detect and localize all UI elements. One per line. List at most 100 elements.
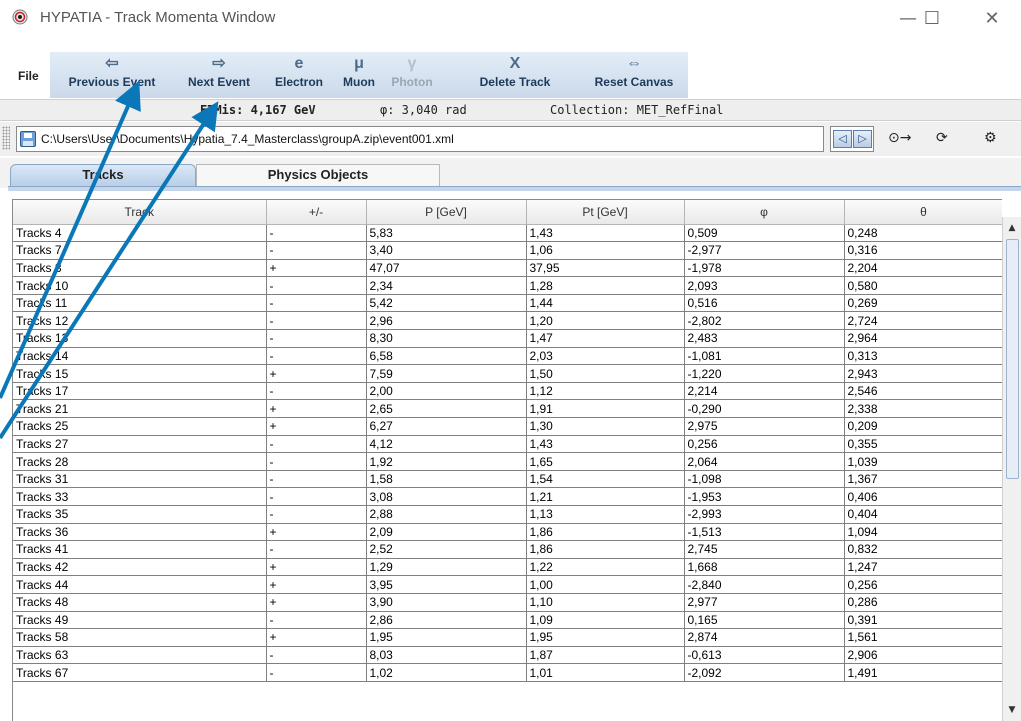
charge-cell: -: [266, 487, 367, 506]
charge-cell: -: [266, 540, 367, 559]
pt-cell: 1,50: [526, 364, 685, 383]
table-row[interactable]: Tracks 42 +1,29 1,22 1,668 1,247: [13, 558, 1002, 577]
header-track[interactable]: Track: [13, 200, 267, 225]
delete-track-label: Delete Track: [479, 75, 551, 89]
table-row[interactable]: Tracks 35-2,88 1,13 -2,993 0,404: [13, 505, 1002, 524]
charge-cell: -: [266, 382, 367, 401]
table-row[interactable]: Tracks 48 +3,90 1,10 2,977 0,286: [13, 593, 1002, 612]
charge-cell: -: [266, 224, 367, 243]
pt-cell: 1,30: [526, 417, 685, 436]
table-row[interactable]: Tracks 31-1,58 1,54 -1,098 1,367: [13, 470, 1002, 489]
phi-cell: 2,483: [684, 329, 845, 348]
charge-cell: -: [266, 452, 367, 471]
table-row[interactable]: Tracks 44 +3,95 1,00 -2,840 0,256: [13, 575, 1002, 594]
scroll-down-icon[interactable]: ▼: [1003, 701, 1021, 719]
save-icon[interactable]: [20, 131, 36, 147]
table-row[interactable]: Tracks 58 +1,95 1,95 2,874 1,561: [13, 628, 1002, 647]
table-row[interactable]: Tracks 13-8,30 1,47 2,483 2,964: [13, 329, 1002, 348]
pt-cell: 1,10: [526, 593, 685, 612]
header-charge[interactable]: +/-: [266, 200, 367, 225]
pt-cell: 37,95: [526, 259, 685, 278]
toolbar-grip[interactable]: [2, 126, 10, 150]
track-name-cell: Tracks 48: [13, 593, 267, 612]
momentum-cell: 8,03: [366, 646, 527, 665]
header-momentum[interactable]: P [GeV]: [366, 200, 527, 225]
theta-cell: 0,286: [844, 593, 1002, 612]
pt-cell: 1,21: [526, 487, 685, 506]
tab-tracks[interactable]: Tracks: [10, 164, 196, 186]
table-row[interactable]: Tracks 63-8,03 1,87 -0,613 2,906: [13, 646, 1002, 665]
table-row[interactable]: Tracks 8 +47,07 37,95 -1,978 2,204: [13, 259, 1002, 278]
collection-value: Collection: MET_RefFinal: [550, 103, 724, 117]
table-row[interactable]: Tracks 11-5,42 1,44 0,516 0,269: [13, 294, 1002, 313]
table-row[interactable]: Tracks 36 +2,09 1,86 -1,513 1,094: [13, 523, 1002, 542]
table-row[interactable]: Tracks 7-3,40 1,06 -2,977 0,316: [13, 241, 1002, 260]
momentum-cell: 47,07: [366, 259, 527, 278]
table-row[interactable]: Tracks 17-2,00 1,12 2,214 2,546: [13, 382, 1002, 401]
pt-cell: 1,43: [526, 224, 685, 243]
muon-button[interactable]: μ Muon: [336, 52, 382, 98]
scroll-thumb[interactable]: [1006, 239, 1019, 479]
header-phi[interactable]: φ: [684, 200, 845, 225]
table-row[interactable]: Tracks 21 +2,65 1,91 -0,290 2,338: [13, 399, 1002, 419]
table-row[interactable]: Tracks 15 +7,59 1,50 -1,220 2,943: [13, 364, 1002, 383]
photon-button[interactable]: γ Photon: [384, 52, 440, 98]
file-menu[interactable]: File: [18, 69, 39, 83]
charge-cell: +: [266, 575, 367, 594]
scroll-up-icon[interactable]: ▲: [1003, 219, 1021, 237]
table-row[interactable]: Tracks 67-1,02 1,01 -2,092 1,491: [13, 663, 1002, 682]
header-transverse-momentum[interactable]: Pt [GeV]: [526, 200, 685, 225]
theta-cell: 0,391: [844, 611, 1002, 630]
phi-cell: -2,993: [684, 505, 845, 524]
table-row[interactable]: Tracks 27-4,12 1,43 0,256 0,355: [13, 435, 1002, 454]
phi-cell: -1,098: [684, 470, 845, 489]
header-theta[interactable]: θ: [844, 200, 1002, 225]
close-button[interactable]: ✕: [972, 6, 1012, 32]
nav-next-button[interactable]: ▷: [853, 130, 872, 148]
charge-cell: -: [266, 663, 367, 682]
previous-event-button[interactable]: ⇦ Previous Event: [54, 52, 170, 98]
phi-cell: -0,613: [684, 646, 845, 665]
track-name-cell: Tracks 8: [13, 259, 267, 278]
table-row[interactable]: Tracks 33-3,08 1,21 -1,953 0,406: [13, 487, 1002, 506]
charge-cell: +: [266, 523, 367, 542]
nav-prev-button[interactable]: ◁: [833, 130, 852, 148]
track-name-cell: Tracks 15: [13, 364, 267, 383]
momentum-cell: 1,58: [366, 470, 527, 489]
rotate-icon[interactable]: ⟳: [936, 130, 948, 146]
theta-cell: 2,338: [844, 399, 1002, 419]
pt-cell: 1,01: [526, 663, 685, 682]
table-row[interactable]: Tracks 28-1,92 1,65 2,064 1,039: [13, 452, 1002, 471]
next-event-button[interactable]: ⇨ Next Event: [176, 52, 262, 98]
event-nav-box: ◁ ▷: [830, 126, 874, 152]
reset-canvas-button[interactable]: ⇔ Reset Canvas: [584, 52, 684, 98]
vertical-scrollbar[interactable]: ▲ ▼: [1002, 217, 1021, 721]
table-row[interactable]: Tracks 41-2,52 1,86 2,745 0,832: [13, 540, 1002, 559]
settings-icon[interactable]: ⚙: [984, 130, 997, 146]
table-row[interactable]: Tracks 49-2,86 1,09 0,165 0,391: [13, 611, 1002, 630]
theta-cell: 1,561: [844, 628, 1002, 647]
track-name-cell: Tracks 10: [13, 276, 267, 295]
maximize-button[interactable]: ☐: [912, 6, 952, 32]
table-row[interactable]: Tracks 12-2,96 1,20 -2,802 2,724: [13, 311, 1002, 331]
momentum-cell: 6,58: [366, 347, 527, 366]
phi-cell: 0,165: [684, 611, 845, 630]
table-row[interactable]: Tracks 14-6,58 2,03 -1,081 0,313: [13, 347, 1002, 366]
hypatia-logo-icon: [12, 9, 28, 25]
tab-physics-objects[interactable]: Physics Objects: [196, 164, 440, 186]
table-row[interactable]: Tracks 10-2,34 1,28 2,093 0,580: [13, 276, 1002, 295]
track-name-cell: Tracks 33: [13, 487, 267, 506]
target-arrow-icon[interactable]: ⊙→: [888, 130, 911, 146]
theta-cell: 0,355: [844, 435, 1002, 454]
pt-cell: 1,06: [526, 241, 685, 260]
charge-cell: -: [266, 311, 367, 331]
electron-button[interactable]: e Electron: [264, 52, 334, 98]
table-row[interactable]: Tracks 4-5,83 1,43 0,509 0,248: [13, 224, 1002, 243]
table-row[interactable]: Tracks 25 +6,27 1,30 2,975 0,209: [13, 417, 1002, 436]
track-name-cell: Tracks 21: [13, 399, 267, 419]
previous-event-label: Previous Event: [68, 75, 156, 89]
delete-track-button[interactable]: X Delete Track: [444, 52, 586, 98]
file-path-field[interactable]: C:\Users\User\Documents\Hypatia_7.4_Mast…: [16, 126, 824, 152]
pt-cell: 1,28: [526, 276, 685, 295]
phi-cell: 2,214: [684, 382, 845, 401]
